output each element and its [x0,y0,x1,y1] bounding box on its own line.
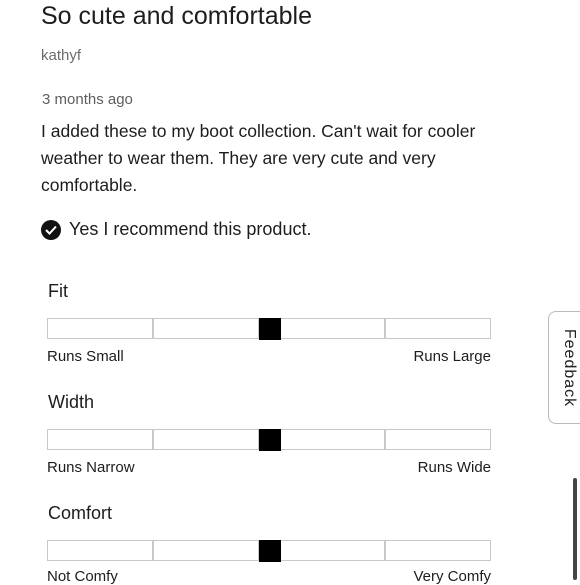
fit-scale [47,318,492,340]
comfort-label: Comfort [48,503,113,523]
comfort-rating-marker [258,540,281,562]
comfort-low-label: Not Comfy [47,568,118,585]
comfort-scale [47,540,492,562]
scale-segment [47,540,153,561]
scale-segment [385,540,491,561]
width-rating-marker [258,429,281,451]
scale-segment [385,429,491,450]
recommendation-text: Yes I recommend this product. [69,219,312,239]
feedback-tab[interactable]: Feedback [548,311,580,424]
fit-rating-marker [258,318,281,340]
review-body: I added these to my boot collection. Can… [41,121,476,195]
scale-segment [47,318,153,339]
fit-high-label: Runs Large [413,348,491,365]
fit-label: Fit [48,281,68,301]
scale-segment [153,429,259,450]
width-low-label: Runs Narrow [47,459,135,476]
fit-low-label: Runs Small [47,348,124,365]
scale-segment [385,318,491,339]
review-date: 3 months ago [42,91,133,108]
width-scale [47,429,492,451]
review-author[interactable]: kathyf [41,47,81,64]
comfort-high-label: Very Comfy [413,568,491,585]
width-label: Width [48,392,95,412]
recommendation: Yes I recommend this product. [41,219,311,240]
feedback-tab-label[interactable]: Feedback [560,328,578,406]
scale-segment [153,318,259,339]
scale-segment [47,429,153,450]
check-circle-icon [41,219,61,240]
scrollbar[interactable] [573,478,577,580]
width-high-label: Runs Wide [417,459,491,476]
scale-segment [153,540,259,561]
review-title: So cute and comfortable [41,2,312,30]
